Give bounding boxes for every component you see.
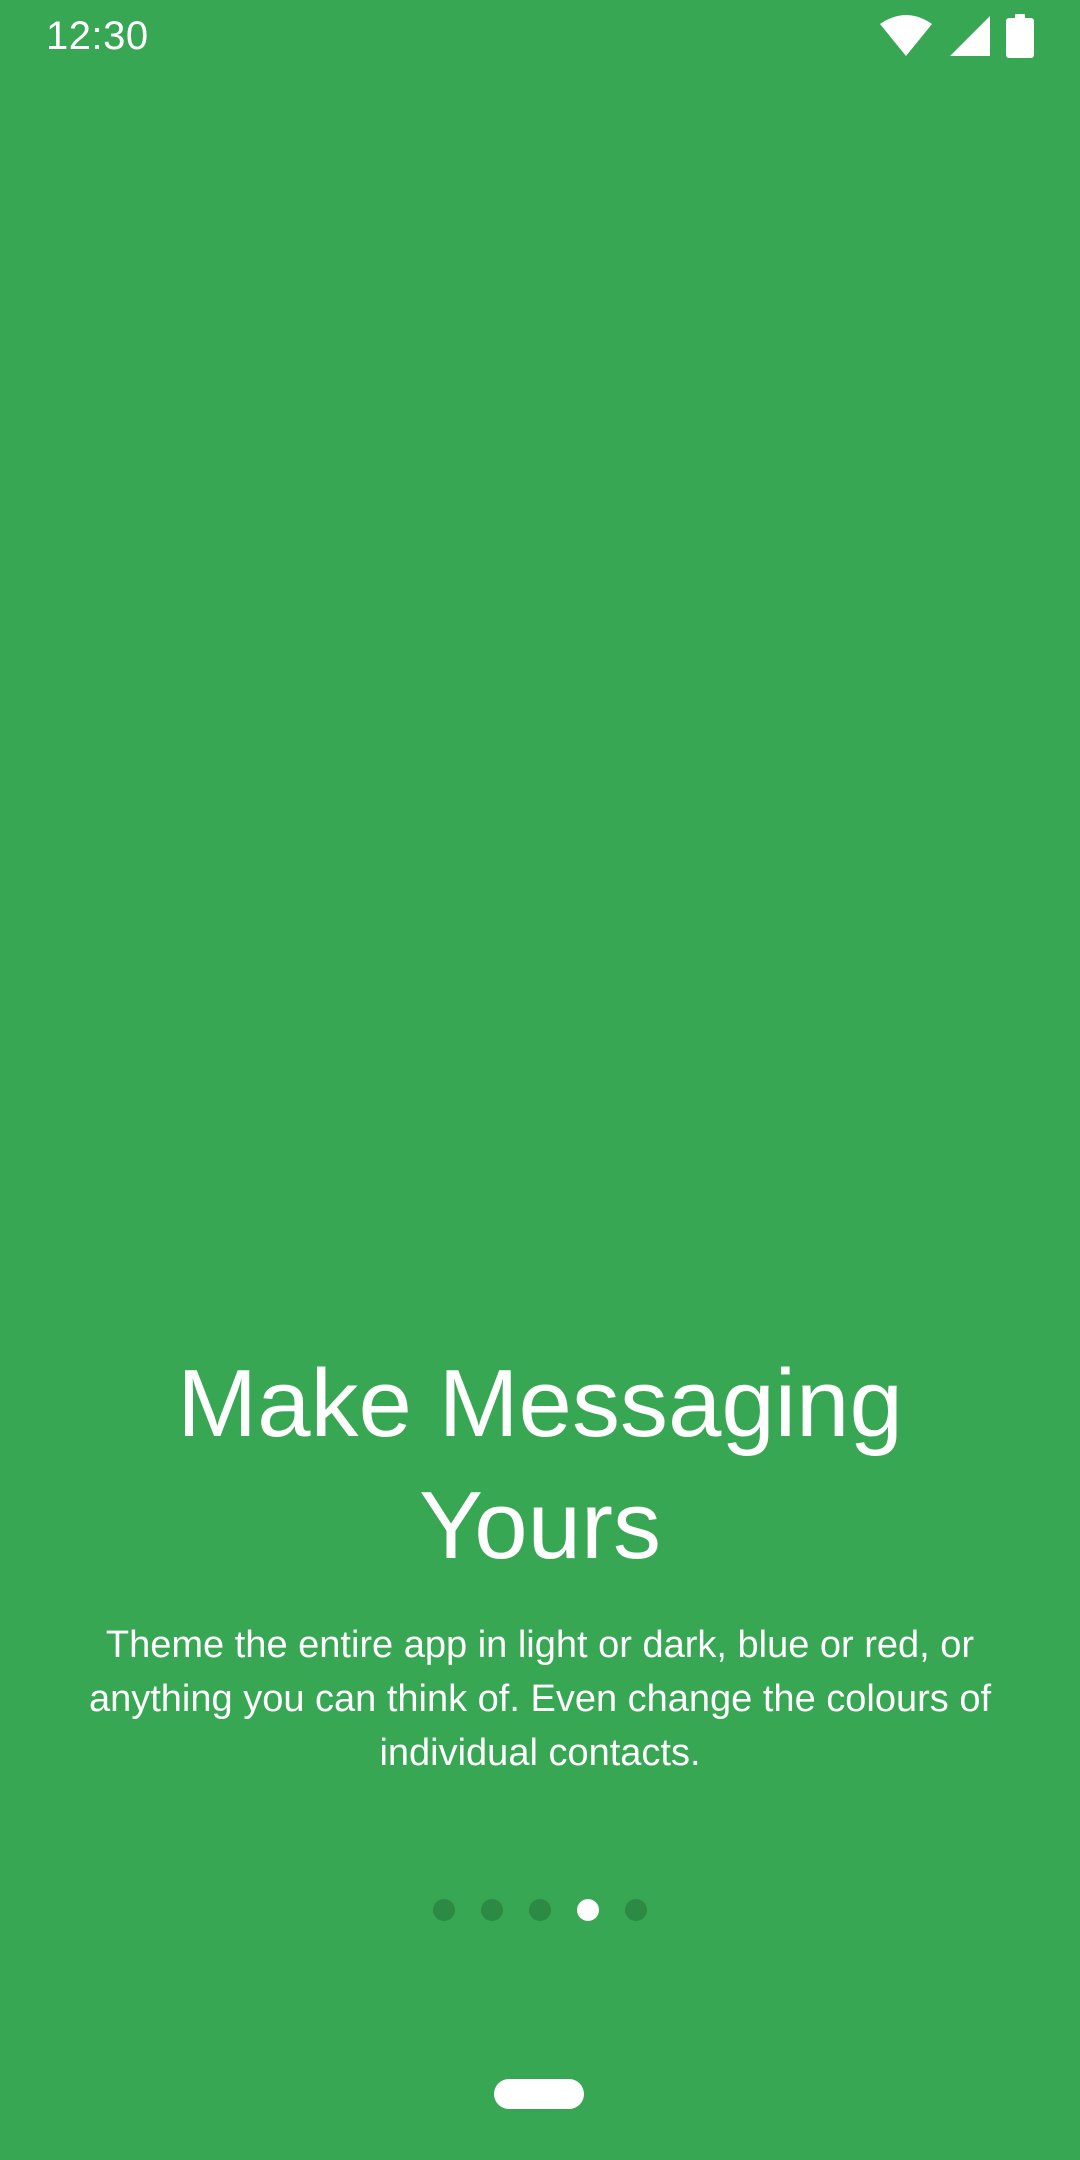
page-indicator-dot-3[interactable] — [529, 1899, 551, 1921]
cell-signal-icon — [948, 14, 992, 58]
onboarding-title: Make Messaging Yours — [177, 1350, 903, 1579]
status-icons — [878, 14, 1034, 58]
wifi-icon — [878, 14, 934, 58]
page-indicator-dot-4-active[interactable] — [577, 1899, 599, 1921]
page-indicator-dot-1[interactable] — [433, 1899, 455, 1921]
page-indicator-dot-2[interactable] — [481, 1899, 503, 1921]
page-indicator-dot-5[interactable] — [625, 1899, 647, 1921]
status-time: 12:30 — [46, 14, 149, 58]
onboarding-screen[interactable]: 12:30 Make Messaging Yours Theme the ent… — [0, 0, 1080, 2160]
onboarding-description: Theme the entire app in light or dark, b… — [88, 1624, 992, 1774]
page-indicator[interactable] — [0, 1899, 1080, 1921]
status-bar: 12:30 — [0, 0, 1080, 72]
battery-icon — [1006, 14, 1034, 58]
gesture-navigation-handle[interactable] — [494, 2079, 584, 2109]
